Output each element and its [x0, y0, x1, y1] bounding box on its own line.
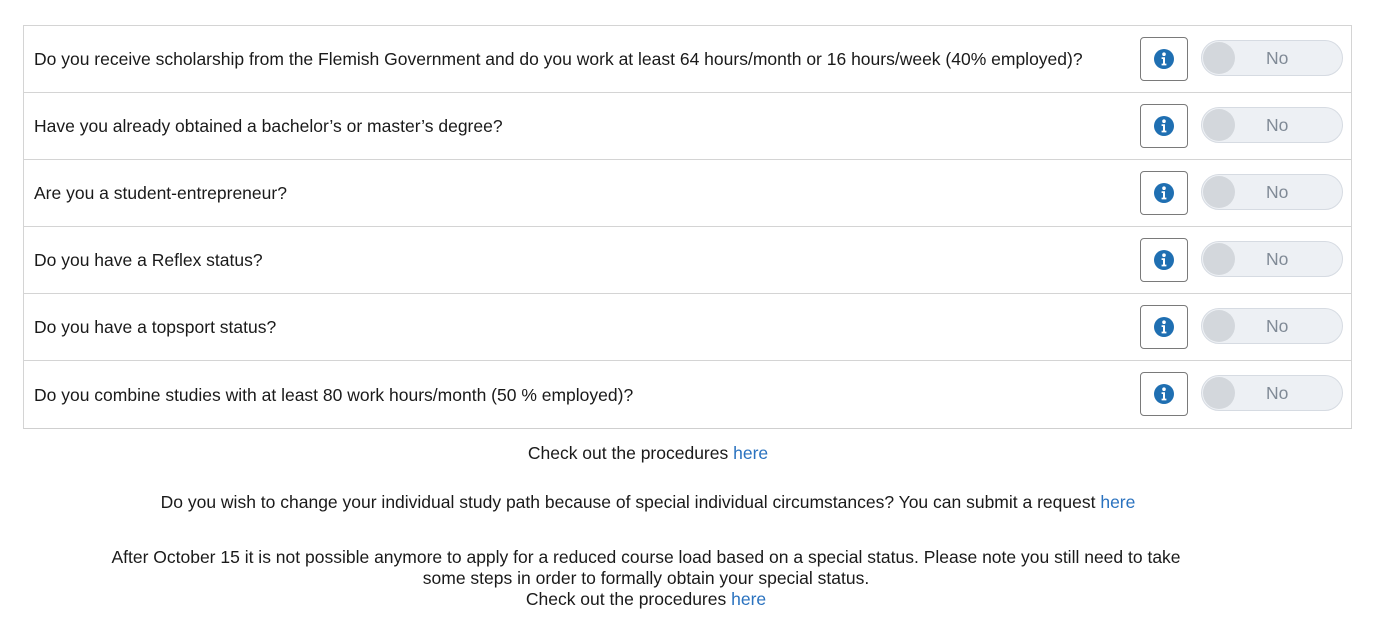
question-row: Do you receive scholarship from the Flem…: [24, 26, 1351, 93]
procedures-link[interactable]: here: [733, 443, 768, 463]
toggle-label: No: [1266, 383, 1289, 403]
question-text: Do you combine studies with at least 80 …: [34, 384, 634, 405]
info-button[interactable]: [1140, 305, 1188, 349]
deadline-procedures-link[interactable]: here: [731, 589, 766, 609]
toggle-label: No: [1266, 249, 1289, 269]
deadline-line-1: After October 15 it is not possible anym…: [111, 547, 1181, 567]
toggle-knob[interactable]: [1203, 109, 1235, 141]
info-button[interactable]: [1140, 37, 1188, 81]
no-toggle[interactable]: No: [1201, 308, 1343, 344]
special-status-table: Do you receive scholarship from the Flem…: [23, 25, 1352, 429]
question-text: Are you a student-entrepreneur?: [34, 183, 287, 203]
procedures-text: Check out the procedures: [527, 443, 729, 463]
toggle-label: No: [1266, 115, 1289, 135]
individual-path-text: Do you wish to change your individual st…: [160, 492, 1096, 512]
deadline-line-2: some steps in order to formally obtain y…: [422, 568, 870, 588]
toggle-knob[interactable]: [1203, 243, 1235, 275]
question-row: Have you already obtained a bachelor’s o…: [24, 93, 1351, 160]
question-text: Have you already obtained a bachelor’s o…: [34, 116, 503, 136]
toggle-label: No: [1266, 182, 1289, 202]
question-row: Do you have a Reflex status? No: [24, 227, 1351, 294]
info-circle-icon: [1154, 384, 1174, 404]
info-circle-icon: [1154, 317, 1174, 337]
deadline-procedures-line: Check out the procedures here: [0, 589, 1292, 610]
info-button[interactable]: [1140, 372, 1188, 416]
no-toggle[interactable]: No: [1201, 107, 1343, 143]
procedures-line: Check out the procedures here: [0, 443, 1296, 464]
toggle-knob[interactable]: [1203, 42, 1235, 74]
question-text: Do you have a topsport status?: [34, 317, 277, 337]
toggle-knob[interactable]: [1203, 377, 1235, 409]
no-toggle[interactable]: No: [1201, 241, 1343, 277]
deadline-procedures-text: Check out the procedures: [525, 589, 727, 609]
individual-path-link[interactable]: here: [1100, 492, 1135, 512]
info-button[interactable]: [1140, 171, 1188, 215]
toggle-label: No: [1266, 316, 1289, 336]
info-circle-icon: [1154, 250, 1174, 270]
question-row: Do you combine studies with at least 80 …: [24, 361, 1351, 428]
info-circle-icon: [1154, 183, 1174, 203]
no-toggle[interactable]: No: [1201, 375, 1343, 411]
info-circle-icon: [1154, 49, 1174, 69]
no-toggle[interactable]: No: [1201, 174, 1343, 210]
toggle-label: No: [1266, 48, 1289, 68]
info-button[interactable]: [1140, 238, 1188, 282]
toggle-knob[interactable]: [1203, 310, 1235, 342]
question-row: Do you have a topsport status? No: [24, 294, 1351, 361]
info-button[interactable]: [1140, 104, 1188, 148]
question-text: Do you have a Reflex status?: [34, 250, 263, 270]
deadline-notice: After October 15 it is not possible anym…: [0, 547, 1292, 610]
toggle-knob[interactable]: [1203, 176, 1235, 208]
no-toggle[interactable]: No: [1201, 40, 1343, 76]
individual-path-line: Do you wish to change your individual st…: [0, 492, 1296, 513]
question-row: Are you a student-entrepreneur? No: [24, 160, 1351, 227]
info-circle-icon: [1154, 116, 1174, 136]
question-text: Do you receive scholarship from the Flem…: [34, 49, 1083, 69]
